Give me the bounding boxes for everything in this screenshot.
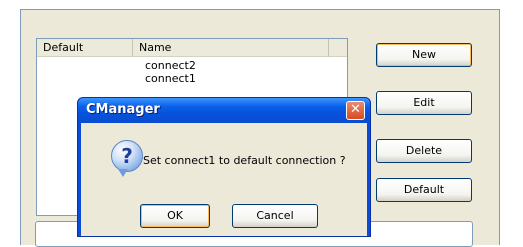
list-item[interactable]: connect2	[145, 59, 196, 72]
list-item-name: connect2	[145, 59, 196, 72]
column-header-name[interactable]: Name	[133, 39, 329, 57]
edit-button[interactable]: Edit	[376, 91, 472, 115]
dialog-body: ? Set connect1 to default connection ? O…	[81, 123, 367, 236]
ok-button[interactable]: OK	[140, 204, 210, 228]
confirm-dialog: CManager ✕ ? Set connect1 to default con…	[77, 97, 371, 237]
dialog-titlebar[interactable]: CManager ✕	[78, 98, 370, 123]
delete-button[interactable]: Delete	[376, 139, 472, 163]
default-button[interactable]: Default	[376, 178, 472, 202]
list-header: Default Name	[37, 39, 347, 57]
cancel-button[interactable]: Cancel	[232, 204, 318, 228]
dialog-message: Set connect1 to default connection ?	[143, 154, 346, 167]
question-icon: ?	[111, 140, 143, 177]
new-button[interactable]: New	[376, 43, 472, 67]
list-item[interactable]: connect1	[145, 72, 196, 85]
list-item-name: connect1	[145, 72, 196, 85]
column-header-default[interactable]: Default	[37, 39, 133, 57]
dialog-title: CManager	[86, 102, 160, 117]
close-icon[interactable]: ✕	[346, 101, 365, 120]
